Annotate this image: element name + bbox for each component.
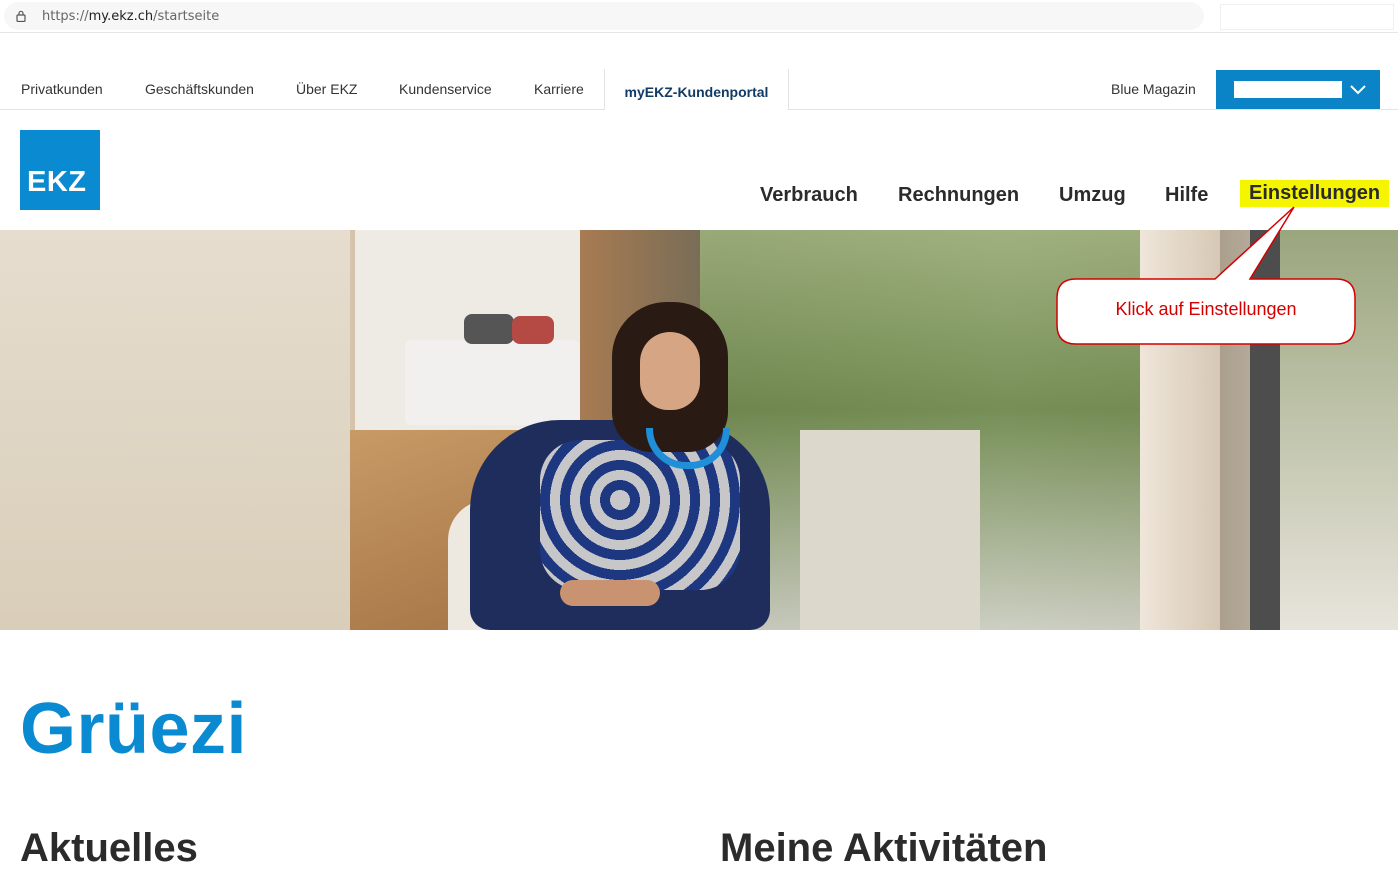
hero-pillow <box>464 314 514 344</box>
section-heading-aktuelles: Aktuelles <box>20 826 198 870</box>
url-text: https://my.ekz.ch/startseite <box>42 9 219 24</box>
topnav-item-kundenservice[interactable]: Kundenservice <box>399 81 492 97</box>
browser-address-bar: https://my.ekz.ch/startseite <box>0 0 1398 33</box>
url-path: /startseite <box>153 9 220 24</box>
blue-magazin-link[interactable]: Blue Magazin <box>1111 81 1196 97</box>
section-heading-aktivitaeten: Meine Aktivitäten <box>720 826 1048 870</box>
hero-window-frame <box>1140 230 1220 630</box>
topnav-item-privatkunden[interactable]: Privatkunden <box>21 81 103 97</box>
top-navigation: Privatkunden Geschäftskunden Über EKZ Ku… <box>0 69 1398 110</box>
mainnav-item-verbrauch[interactable]: Verbrauch <box>760 184 858 207</box>
logo-text: EKZ <box>27 166 87 198</box>
ekz-logo[interactable]: EKZ <box>20 130 100 210</box>
hero-window-frame <box>1250 230 1280 630</box>
hero-person-face <box>640 332 700 410</box>
topnav-tab-kundenportal[interactable]: myEKZ-Kundenportal <box>604 69 789 110</box>
mainnav-item-rechnungen[interactable]: Rechnungen <box>898 184 1019 207</box>
hero-bed <box>405 340 580 425</box>
hero-person-arm <box>560 580 660 606</box>
browser-toolbar-area <box>1220 4 1394 30</box>
url-field[interactable]: https://my.ekz.ch/startseite <box>4 2 1204 30</box>
chevron-down-icon <box>1350 85 1366 95</box>
hero-planter <box>800 430 980 630</box>
hero-wall <box>0 230 350 630</box>
mainnav-item-hilfe[interactable]: Hilfe <box>1165 184 1208 207</box>
url-host: my.ekz.ch <box>88 9 154 24</box>
hero-balcony <box>1280 230 1398 630</box>
hero-pillow <box>512 316 554 344</box>
topnav-item-geschaeftskunden[interactable]: Geschäftskunden <box>145 81 254 97</box>
account-name-field <box>1234 81 1342 98</box>
mainnav-item-umzug[interactable]: Umzug <box>1059 184 1126 207</box>
url-scheme: https:// <box>42 9 89 24</box>
account-dropdown-button[interactable] <box>1216 70 1380 109</box>
topnav-item-karriere[interactable]: Karriere <box>534 81 584 97</box>
lock-icon <box>16 10 26 22</box>
greeting-heading: Grüezi <box>20 689 248 769</box>
topnav-item-ueber-ekz[interactable]: Über EKZ <box>296 81 357 97</box>
hero-image <box>0 230 1398 630</box>
callout-text: Klick auf Einstellungen <box>1115 299 1297 319</box>
mainnav-item-einstellungen[interactable]: Einstellungen <box>1240 180 1390 207</box>
